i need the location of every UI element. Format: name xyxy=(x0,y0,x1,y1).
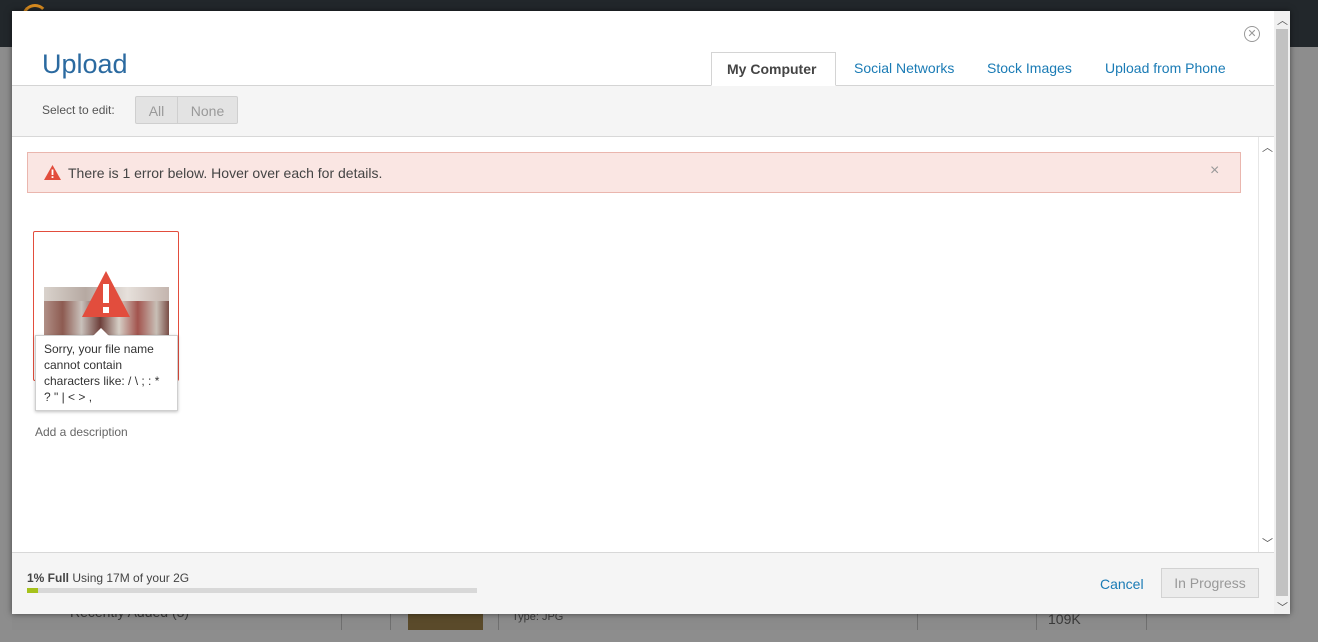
cancel-button[interactable]: Cancel xyxy=(1100,576,1144,592)
tab-stock-images[interactable]: Stock Images xyxy=(987,52,1072,86)
modal-title: Upload xyxy=(42,49,128,79)
selection-toolbar: Select to edit: All None xyxy=(12,86,1274,137)
usage-detail: Using 17M of your 2G xyxy=(72,571,190,585)
storage-usage-fill xyxy=(27,588,39,593)
storage-usage-text: 1% Full Using 17M of your 2G xyxy=(27,571,189,585)
scrollbar-thumb[interactable] xyxy=(1276,29,1288,596)
chevron-down-icon[interactable]: ﹀ xyxy=(1262,535,1273,551)
warning-icon xyxy=(44,165,61,180)
chevron-up-icon[interactable]: ︿ xyxy=(1262,139,1273,155)
error-alert: There is 1 error below. Hover over each … xyxy=(27,152,1241,193)
usage-percent: 1% Full xyxy=(27,571,70,585)
close-icon[interactable]: × xyxy=(1210,162,1219,180)
storage-usage-bar xyxy=(27,588,477,593)
tab-upload-from-phone[interactable]: Upload from Phone xyxy=(1105,52,1226,86)
tab-my-computer[interactable]: My Computer xyxy=(711,52,836,86)
add-description-field[interactable]: Add a description xyxy=(35,425,128,439)
select-to-edit-label: Select to edit: xyxy=(42,103,115,117)
select-all-button[interactable]: All xyxy=(135,96,178,124)
chevron-down-icon[interactable]: ﹀ xyxy=(1277,599,1288,615)
warning-icon xyxy=(82,271,130,317)
select-none-button[interactable]: None xyxy=(177,96,238,124)
upload-content-area: There is 1 error below. Hover over each … xyxy=(12,137,1258,552)
tab-social-networks[interactable]: Social Networks xyxy=(854,52,954,86)
modal-footer: 1% Full Using 17M of your 2G Cancel In P… xyxy=(12,552,1274,614)
error-message: There is 1 error below. Hover over each … xyxy=(68,165,383,181)
error-tooltip: Sorry, your file name cannot contain cha… xyxy=(35,328,178,411)
in-progress-button[interactable]: In Progress xyxy=(1161,568,1259,598)
content-scrollbar[interactable]: ︿ ﹀ xyxy=(1258,137,1275,552)
page-scrollbar[interactable]: ︿ ﹀ xyxy=(1274,11,1290,614)
close-circle-icon[interactable]: ✕ xyxy=(1244,26,1260,42)
chevron-up-icon[interactable]: ︿ xyxy=(1277,12,1288,28)
upload-modal: Upload ✕ My Computer Social Networks Sto… xyxy=(12,11,1290,614)
